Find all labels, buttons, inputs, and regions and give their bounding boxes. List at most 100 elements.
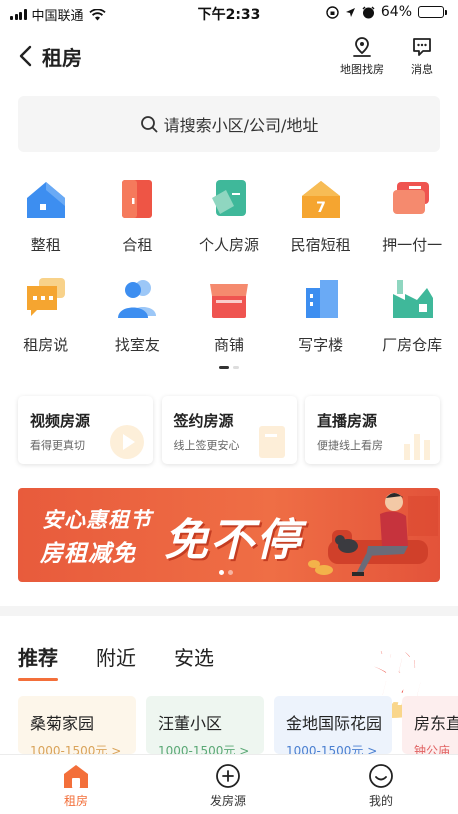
category-individual-listings[interactable]: 个人房源 (183, 170, 275, 270)
section-divider (0, 606, 458, 616)
listing-name: 汪董小区 (158, 714, 223, 733)
feature-contract-listings[interactable]: 签约房源 线上签更安心 (161, 396, 297, 464)
page-dot (233, 366, 239, 369)
category-shops[interactable]: 商铺 (183, 270, 275, 370)
category-label: 商铺 (213, 336, 244, 354)
category-grid: 整租 合租 个人房源 7 民宿短租 押一付一 租房说 找室友 商铺 写字楼 厂房… (0, 170, 458, 370)
messages-label: 消息 (411, 63, 433, 76)
category-rent-talk[interactable]: 租房说 (0, 270, 92, 370)
bottom-tab-label: 发房源 (209, 794, 246, 808)
messages-button[interactable]: 消息 (400, 36, 444, 77)
live-bars-icon (404, 434, 430, 460)
listing-card[interactable]: 金地国际花园 1000-1500元 > (274, 696, 392, 754)
listing-name: 金地国际花园 (286, 714, 383, 733)
tab-curated[interactable]: 安选 (174, 642, 214, 671)
category-label: 民宿短租 (290, 236, 351, 254)
category-homestay[interactable]: 7 民宿短租 (275, 170, 367, 270)
back-icon[interactable] (16, 44, 38, 68)
listing-card[interactable]: 房东直 钟公庙 (402, 696, 458, 754)
bottom-tab-post-listing[interactable]: 发房源 (188, 763, 268, 809)
listing-price: 1000-1500元 > (158, 744, 250, 754)
listing-price: 钟公庙 (414, 744, 451, 754)
listing-tabs: 推荐 附近 安选 (18, 642, 214, 681)
location-arrow-icon (345, 7, 355, 17)
document-icon (258, 426, 285, 458)
bottom-tab-bar: 租房 发房源 我的 (0, 754, 458, 814)
listing-card[interactable]: 桑菊家园 1000-1500元 > (18, 696, 136, 754)
chat-icon (26, 278, 65, 316)
card-icon (393, 182, 430, 214)
bottom-tab-rent[interactable]: 租房 (36, 763, 116, 809)
factory-icon (393, 280, 434, 318)
status-right: 64% (326, 4, 447, 20)
category-label: 写字楼 (298, 336, 344, 354)
bottom-tab-label: 我的 (368, 794, 393, 808)
category-label: 押一付一 (382, 236, 443, 254)
message-icon (413, 38, 431, 56)
map-search-label: 地图找房 (340, 63, 384, 76)
tab-recommend[interactable]: 推荐 (18, 642, 58, 681)
search-placeholder: 请搜索小区/公司/地址 (163, 116, 319, 135)
page-dot-active (219, 366, 229, 369)
tab-nearby[interactable]: 附近 (96, 642, 136, 671)
battery-icon (418, 6, 447, 18)
category-find-roommate[interactable]: 找室友 (92, 270, 184, 370)
map-search-button[interactable]: 地图找房 (336, 36, 388, 77)
category-shared-rent[interactable]: 合租 (92, 170, 184, 270)
category-factory-warehouse[interactable]: 厂房仓库 (366, 270, 458, 370)
tag-icon (211, 180, 246, 216)
banner-page-indicator (219, 570, 233, 575)
door-icon (122, 180, 153, 218)
category-label: 整租 (30, 236, 61, 254)
search-bar[interactable]: 请搜索小区/公司/地址 (18, 96, 440, 152)
play-icon (110, 425, 144, 459)
svg-text:7: 7 (316, 200, 326, 216)
category-office[interactable]: 写字楼 (275, 270, 367, 370)
feature-cards: 视频房源 看得更真切 签约房源 线上签更安心 直播房源 便捷线上看房 (18, 396, 440, 464)
category-label: 合租 (122, 236, 153, 254)
feature-video-listings[interactable]: 视频房源 看得更真切 (18, 396, 153, 464)
grid-page-indicator (0, 366, 458, 369)
banner-dot (228, 570, 233, 575)
banner-illustration (308, 493, 438, 576)
plus-circle-icon (216, 764, 240, 788)
alarm-icon (362, 6, 375, 19)
banner-line2: 房租减免 (40, 541, 136, 567)
map-pin-icon (353, 37, 371, 57)
bottom-tab-mine[interactable]: 我的 (341, 763, 421, 809)
category-deposit-one-pay-one[interactable]: 押一付一 (366, 170, 458, 270)
home-icon (64, 765, 88, 788)
smile-icon (369, 764, 393, 788)
status-bar: 中国联通 下午2:33 64% (0, 0, 458, 26)
house-icon (26, 182, 65, 218)
search-icon (140, 116, 157, 133)
promo-banner[interactable]: 安心惠租节 房租减免 免不停 (18, 488, 440, 582)
bottom-tab-label: 租房 (63, 794, 88, 808)
category-label: 厂房仓库 (382, 336, 443, 354)
listing-price: 1000-1500元 > (30, 744, 122, 754)
listing-price: 1000-1500元 > (286, 744, 378, 754)
banner-dot-active (219, 570, 224, 575)
promo-line1: 安心 (364, 649, 417, 679)
listing-name: 桑菊家园 (30, 714, 95, 733)
shop-icon (209, 284, 248, 318)
category-row: 租房说 找室友 商铺 写字楼 厂房仓库 (0, 270, 458, 370)
roommate-icon (118, 280, 157, 318)
screen-lock-icon (326, 5, 339, 19)
listing-card[interactable]: 汪董小区 1000-1500元 > (146, 696, 264, 754)
category-row: 整租 合租 个人房源 7 民宿短租 押一付一 (0, 170, 458, 270)
page-title: 租房 (42, 46, 82, 70)
nav-header: 租房 地图找房 消息 (0, 30, 458, 86)
homestay-icon: 7 (301, 181, 340, 218)
listing-name: 房东直 (414, 714, 458, 733)
category-label: 租房说 (23, 336, 69, 354)
banner-headline: 免不停 (164, 515, 302, 566)
category-whole-rent[interactable]: 整租 (0, 170, 92, 270)
feature-live-listings[interactable]: 直播房源 便捷线上看房 (305, 396, 440, 464)
banner-line1: 安心惠租节 (42, 508, 152, 532)
office-icon (305, 280, 338, 318)
category-label: 个人房源 (198, 236, 259, 254)
battery-percent: 64% (380, 4, 412, 20)
listing-cards: 桑菊家园 1000-1500元 > 汪董小区 1000-1500元 > 金地国际… (18, 696, 458, 754)
category-label: 找室友 (114, 336, 160, 354)
